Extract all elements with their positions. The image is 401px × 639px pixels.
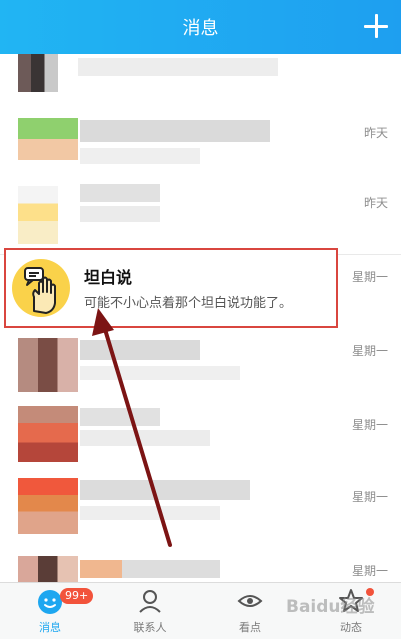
pixelated-avatar [18, 186, 58, 244]
conversation-time: 星期一 [351, 344, 388, 358]
conversation-message: 可能不小心点着那个坦白说功能了。 [84, 296, 293, 311]
top-bar: 消息 [0, 0, 401, 54]
conversation-row[interactable]: 星期一 [0, 400, 401, 471]
tab-label: 动态 [340, 621, 362, 634]
pixelated-message [80, 430, 210, 446]
pixelated-avatar [18, 556, 78, 582]
pixelated-name [80, 480, 250, 500]
conversation-time: 星期一 [351, 270, 388, 284]
pixelated-name [80, 340, 200, 360]
conversation-time: 昨天 [363, 126, 388, 140]
tab-discover[interactable]: 看点 [210, 583, 290, 639]
conversation-name: 坦白说 [84, 268, 133, 287]
discover-tab-icon [237, 595, 263, 607]
conversation-row[interactable]: 星期一 [0, 542, 401, 582]
pixelated-name [78, 58, 278, 76]
conversation-row[interactable]: 星期一 [0, 330, 401, 401]
tab-label: 看点 [239, 621, 261, 634]
conversation-time: 星期一 [351, 564, 388, 578]
message-tab-icon [38, 590, 62, 614]
conversation-row[interactable]: 昨天 [0, 54, 401, 99]
pixelated-message [80, 506, 220, 520]
pixelated-avatar [18, 118, 78, 160]
conversation-time: 星期一 [351, 490, 388, 504]
conversation-row[interactable]: 昨天 [0, 176, 401, 255]
pixelated-avatar [18, 406, 78, 462]
pixelated-avatar [18, 54, 58, 92]
pixelated-name [80, 120, 270, 142]
conversation-row[interactable]: 昨天 [0, 98, 401, 177]
pixelated-avatar [18, 478, 78, 534]
hand-speech-icon [24, 267, 56, 314]
pixelated-name [80, 560, 220, 578]
tab-contacts[interactable]: 联系人 [110, 583, 190, 639]
conversation-time: 昨天 [363, 196, 388, 210]
pixelated-message [80, 366, 240, 380]
tab-label: 联系人 [133, 621, 167, 634]
pixelated-message [80, 148, 200, 164]
watermark: Baidu经验 [286, 597, 375, 617]
pixelated-name [80, 408, 160, 426]
pixelated-avatar [18, 338, 78, 392]
add-plus-icon[interactable] [364, 14, 388, 38]
conversation-time: 星期一 [351, 418, 388, 432]
contacts-tab-icon [139, 590, 161, 613]
page-title: 消息 [182, 18, 219, 39]
tab-label: 消息 [39, 621, 61, 634]
conversation-time: 昨天 [364, 54, 388, 55]
conversation-row[interactable]: 星期一 [0, 470, 401, 543]
pixelated-name [80, 184, 160, 202]
unread-badge: 99+ [60, 588, 94, 604]
tanbaishuo-avatar[interactable] [12, 259, 70, 317]
pixelated-message [80, 206, 160, 222]
